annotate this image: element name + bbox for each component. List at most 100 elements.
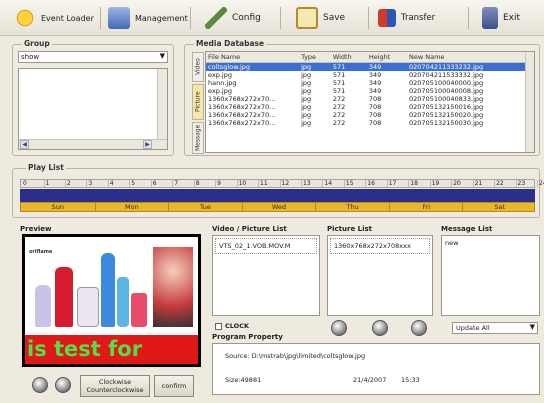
table-row[interactable]: 1360x768x272x70... jpg 272 708 0207051321500… (206, 111, 534, 119)
hour-ruler: 0123456789101112131415161718192021222324 (20, 179, 544, 188)
table-cell: exp.jpg (208, 86, 232, 95)
video-picture-list[interactable]: VTS_02_1.VOB.MOV.M (212, 235, 320, 316)
hour-tick-label: 10 (236, 180, 247, 187)
ticker-text: is test for (25, 335, 198, 364)
column-header[interactable]: Type (299, 52, 331, 63)
group-list[interactable]: ◀ ▶ (18, 68, 168, 150)
hour-tick-label: 23 (515, 180, 526, 187)
table-row[interactable]: exp.jpg jpg 571 349 020704211533332.jpg (206, 71, 534, 79)
chevron-down-icon: ▼ (529, 323, 535, 331)
bottle-shape (117, 277, 129, 327)
media-vertical-scrollbar[interactable] (525, 52, 534, 152)
scroll-right-icon[interactable]: ▶ (143, 140, 152, 149)
day-label: Sun (51, 203, 64, 211)
transfer-icon (378, 9, 396, 27)
list-item[interactable]: 1360x768x272x708xxx (330, 238, 430, 254)
hour-tick-label: 4 (107, 180, 114, 187)
table-row[interactable]: 1360x768x272x70... jpg 272 708 0207051321500… (206, 119, 534, 127)
hour-tick-label: 16 (365, 180, 375, 187)
preview-image: oriflame is test for (25, 237, 198, 364)
day-ruler: Sun Mon Tue Wed Thu Fri Sat (20, 202, 535, 212)
table-cell: 708 (368, 102, 382, 111)
hour-tick-label: 1 (43, 180, 50, 187)
bottle-shape (55, 267, 73, 327)
table-cell: jpg (299, 62, 331, 71)
exit-button[interactable]: Exit (482, 4, 520, 32)
group-title: Group (22, 39, 52, 48)
column-header[interactable]: Width (330, 52, 367, 63)
column-header[interactable]: File Name (206, 52, 300, 63)
timeline-track[interactable] (20, 189, 535, 202)
hour-tick-label: 24 (537, 180, 544, 187)
table-cell: jpg (301, 102, 312, 111)
hour-tick-label: 13 (301, 180, 311, 187)
move-down-button[interactable] (372, 320, 388, 336)
table-cell: jpg (301, 94, 312, 103)
table-cell: 020705132150020.jpg (409, 110, 484, 119)
table-cell: 272 (332, 118, 346, 127)
bottle-shape (35, 285, 51, 327)
checkbox-icon[interactable] (215, 322, 222, 330)
management-button[interactable]: Management (108, 4, 188, 32)
clockwise-button[interactable]: Clockwise Counterclockwise (80, 375, 150, 397)
column-header[interactable]: New Name (407, 52, 534, 63)
column-header[interactable]: Height (366, 52, 408, 63)
table-row[interactable]: coltsglow.jpg jpg 571 349 020704211333232.jp… (206, 62, 534, 71)
day-label: Fri (388, 203, 463, 211)
table-cell: jpg (301, 78, 312, 87)
table-cell: 020705100040008.jpg (409, 86, 484, 95)
file-time: 15:33 (401, 376, 420, 384)
config-button[interactable]: Config (205, 4, 261, 32)
picture-list[interactable]: 1360x768x272x708xxx (327, 235, 433, 316)
brand-logo: oriflame (29, 249, 53, 255)
message-list[interactable]: new (441, 235, 540, 316)
day-label: Thu (315, 203, 389, 211)
clock-checkbox[interactable]: CLOCK (215, 322, 249, 330)
preview-stop-button[interactable] (55, 377, 71, 393)
table-cell: 349 (368, 78, 382, 87)
scroll-left-icon[interactable]: ◀ (20, 140, 29, 149)
vertical-scrollbar[interactable] (157, 69, 167, 139)
table-cell: jpg (301, 86, 312, 95)
table-row[interactable]: 1360x768x272x70... jpg 272 708 0207051000408… (206, 95, 534, 103)
list-item[interactable]: VTS_02_1.VOB.MOV.M (215, 238, 317, 254)
table-cell: 272 (332, 94, 346, 103)
tab-video[interactable]: Video (192, 52, 204, 82)
file-size: Size:49881 (225, 376, 262, 384)
hour-tick-label: 6 (150, 180, 157, 187)
table-cell: 708 (368, 110, 382, 119)
table-cell: hann.jpg (208, 78, 237, 87)
table-cell: 020705100040000.jpg (409, 78, 484, 87)
table-cell: 272 (332, 110, 346, 119)
move-up-button[interactable] (331, 320, 347, 336)
table-row[interactable]: hann.jpg jpg 571 349 020705100040000.jpg (206, 79, 534, 87)
table-cell: jpg (301, 70, 312, 79)
update-select[interactable]: Update All ▼ (452, 322, 538, 334)
video-picture-list-title: Video / Picture List (212, 225, 287, 233)
confirm-button[interactable]: confirm (154, 375, 194, 397)
table-cell: 1360x768x272x70... (208, 94, 276, 103)
program-property-panel: Source: D:\mstrab\jpg\limited\coltsglow.… (212, 343, 540, 395)
playlist-title: Play List (26, 163, 66, 172)
delete-button[interactable] (411, 320, 427, 336)
table-cell: 020705100040833.jpg (409, 94, 484, 103)
chevron-down-icon: ▼ (159, 52, 165, 60)
hour-tick-label: 21 (472, 180, 483, 187)
transfer-button[interactable]: Transfer (378, 4, 435, 32)
tab-picture[interactable]: Picture (192, 84, 204, 120)
table-cell: 272 (332, 102, 346, 111)
table-row[interactable]: exp.jpg jpg 571 349 020705100040008.jpg (206, 87, 534, 95)
list-item[interactable]: new (442, 236, 539, 250)
media-table: File Name Type Width Height New Name coltsgl… (205, 51, 535, 153)
table-cell: 349 (368, 86, 382, 95)
save-button[interactable]: Save (296, 4, 345, 32)
table-cell: 571 (332, 78, 346, 87)
preview-play-button[interactable] (32, 377, 48, 393)
hour-tick-label: 14 (322, 180, 333, 187)
event-loader-button[interactable]: Event Loader (14, 4, 94, 32)
tab-message[interactable]: Message (192, 122, 204, 154)
table-cell: 708 (368, 118, 382, 127)
group-dropdown[interactable]: show ▼ (18, 51, 168, 63)
table-row[interactable]: 1360x768x272x70... jpg 272 708 0207051321500… (206, 103, 534, 111)
day-label: Tue (168, 203, 242, 211)
